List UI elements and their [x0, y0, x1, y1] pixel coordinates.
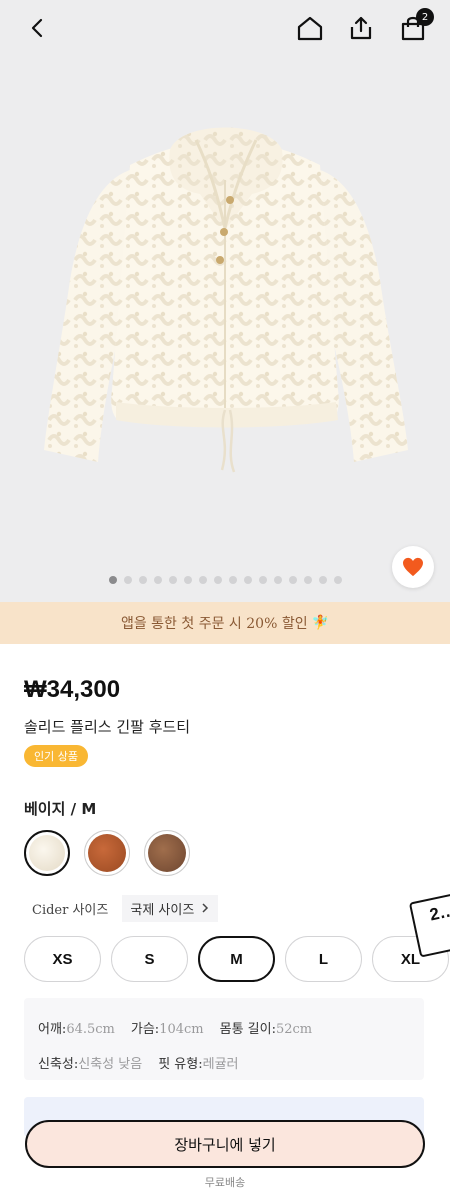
cart-count-badge: 2 — [416, 8, 434, 26]
pagination-dot[interactable] — [303, 576, 312, 584]
pagination-dot[interactable] — [108, 576, 117, 584]
measure-body-length: 몸통 길이:52cm — [219, 1021, 313, 1037]
cart-button[interactable]: 2 — [395, 8, 434, 46]
measure-stretch: 신축성:신축성 낮음 — [38, 1056, 143, 1072]
tab-international-size[interactable]: 국제 사이즈 — [122, 894, 219, 922]
size-options: XS S M L XL — [24, 936, 449, 982]
size-option-m[interactable]: M — [198, 936, 275, 982]
pagination-dot[interactable] — [213, 576, 222, 584]
pagination-dot[interactable] — [258, 576, 267, 584]
color-swatch-beige[interactable] — [24, 830, 70, 876]
pagination-dot[interactable] — [243, 576, 252, 584]
product-title: 솔리드 플리스 긴팔 후드티 — [24, 718, 191, 736]
promo-banner[interactable]: 앱을 통한 첫 주문 시 20% 할인 🧚 — [0, 602, 450, 644]
product-price: ₩34,300 — [24, 676, 121, 703]
tab-international-size-label: 국제 사이즈 — [130, 902, 195, 918]
gallery-pagination — [0, 576, 450, 586]
product-image[interactable] — [20, 110, 430, 510]
back-button[interactable] — [20, 10, 56, 46]
pagination-dot[interactable] — [198, 576, 207, 584]
chevron-right-icon — [202, 903, 209, 913]
pagination-dot[interactable] — [183, 576, 192, 584]
color-swatch-brown[interactable] — [144, 830, 190, 876]
home-icon — [297, 16, 323, 41]
selected-option-label: 베이지 / M — [24, 800, 97, 818]
coupon-text: 2… — [427, 900, 450, 925]
size-system-tabs: Cider 사이즈 국제 사이즈 — [24, 894, 219, 922]
pagination-dot[interactable] — [123, 576, 132, 584]
top-bar: 2 — [0, 0, 450, 56]
size-option-s[interactable]: S — [111, 936, 188, 982]
tab-cider-size[interactable]: Cider 사이즈 — [24, 895, 116, 922]
pagination-dot[interactable] — [273, 576, 282, 584]
pagination-dot[interactable] — [153, 576, 162, 584]
color-swatch-rust[interactable] — [84, 830, 130, 876]
home-button[interactable] — [292, 10, 328, 46]
wishlist-button[interactable] — [392, 546, 434, 588]
pagination-dot[interactable] — [318, 576, 327, 584]
heart-icon — [403, 557, 423, 577]
measure-chest: 가슴:104cm — [130, 1021, 204, 1037]
measure-shoulder: 어깨:64.5cm — [38, 1021, 115, 1037]
promo-text: 앱을 통한 첫 주문 시 20% 할인 — [120, 616, 308, 632]
product-gallery[interactable] — [0, 0, 450, 602]
chevron-left-icon — [31, 18, 43, 38]
pagination-dot[interactable] — [168, 576, 177, 584]
size-option-l[interactable]: L — [285, 936, 362, 982]
pagination-dot[interactable] — [288, 576, 297, 584]
pagination-dot[interactable] — [138, 576, 147, 584]
add-to-cart-button[interactable]: 장바구니에 넣기 — [25, 1120, 425, 1168]
share-icon — [350, 16, 372, 40]
color-swatches — [24, 830, 190, 876]
popular-badge: 인기 상품 — [24, 745, 88, 767]
size-measurements: 어깨:64.5cm 가슴:104cm 몸통 길이:52cm 신축성:신축성 낮음… — [24, 998, 424, 1080]
fairy-icon: 🧚 — [311, 615, 330, 631]
free-shipping-label: 무료배송 — [204, 1176, 246, 1189]
measure-fit: 핏 유형:레귤러 — [158, 1056, 239, 1072]
pagination-dot[interactable] — [333, 576, 342, 584]
size-option-xs[interactable]: XS — [24, 936, 101, 982]
share-button[interactable] — [343, 10, 379, 46]
pagination-dot[interactable] — [228, 576, 237, 584]
